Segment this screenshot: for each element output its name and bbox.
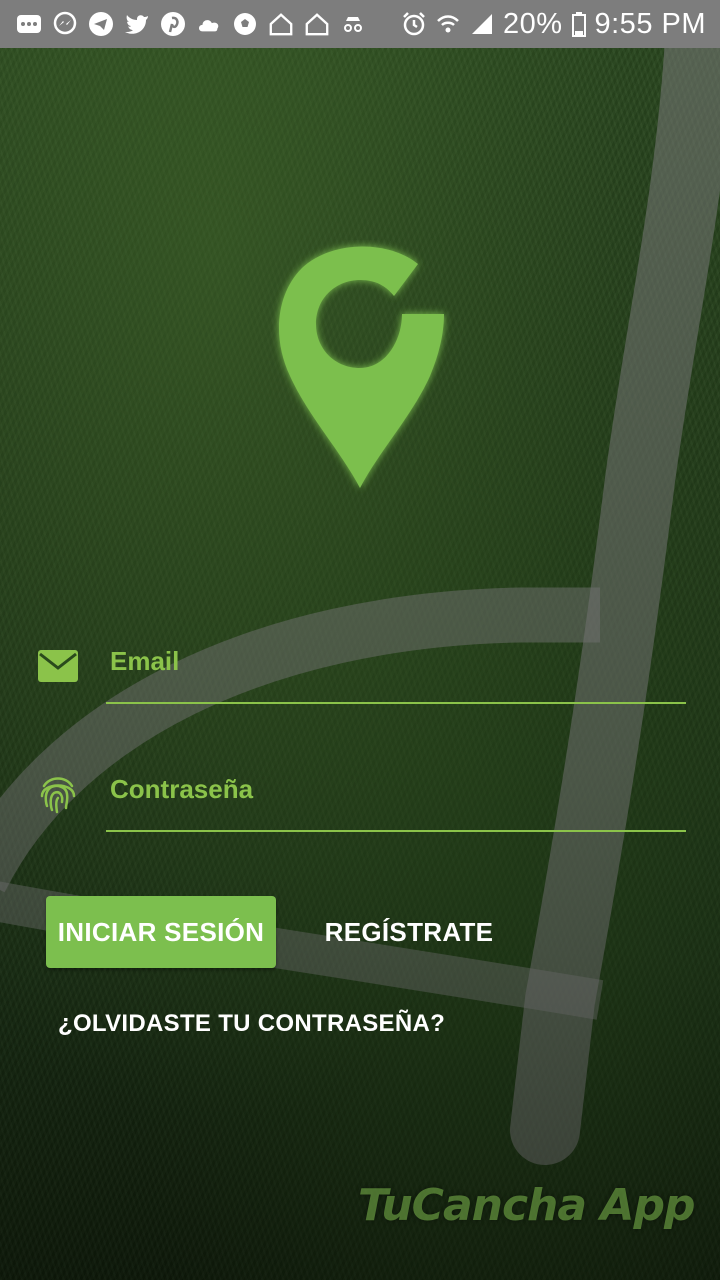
home-icon	[268, 11, 294, 37]
incognito-icon	[340, 11, 366, 37]
battery-percent: 20%	[502, 7, 563, 40]
twitter-icon	[124, 11, 150, 37]
location-pin-icon	[278, 246, 444, 488]
brand-watermark: TuCancha App	[358, 1180, 695, 1231]
system-status: 20% 9:55 PM	[401, 8, 706, 41]
password-input[interactable]: Contraseña	[110, 774, 253, 805]
more-icon	[16, 11, 42, 37]
pinterest-icon	[160, 11, 186, 37]
email-field[interactable]: Email	[36, 630, 686, 704]
soccer-ball-icon	[232, 11, 258, 37]
email-icon	[36, 644, 80, 688]
signal-icon	[469, 11, 495, 37]
alarm-icon	[401, 11, 427, 37]
app-logo	[268, 240, 452, 496]
notification-icons	[16, 11, 401, 37]
fingerprint-icon	[36, 772, 80, 816]
email-underline	[106, 702, 686, 704]
email-input[interactable]: Email	[110, 646, 179, 677]
password-field[interactable]: Contraseña	[36, 758, 686, 832]
messenger-icon	[52, 11, 78, 37]
login-button[interactable]: INICIAR SESIÓN	[46, 896, 276, 968]
status-bar: 20% 9:55 PM	[0, 0, 720, 48]
home-icon	[304, 11, 330, 37]
battery-icon	[571, 11, 587, 37]
password-underline	[106, 830, 686, 832]
forgot-password-link[interactable]: ¿OLVIDASTE TU CONTRASEÑA?	[58, 1010, 445, 1038]
cloud-icon	[196, 11, 222, 37]
telegram-icon	[88, 11, 114, 37]
wifi-icon	[435, 11, 461, 37]
clock: 9:55 PM	[594, 7, 706, 40]
register-button[interactable]: REGÍSTRATE	[300, 896, 518, 968]
